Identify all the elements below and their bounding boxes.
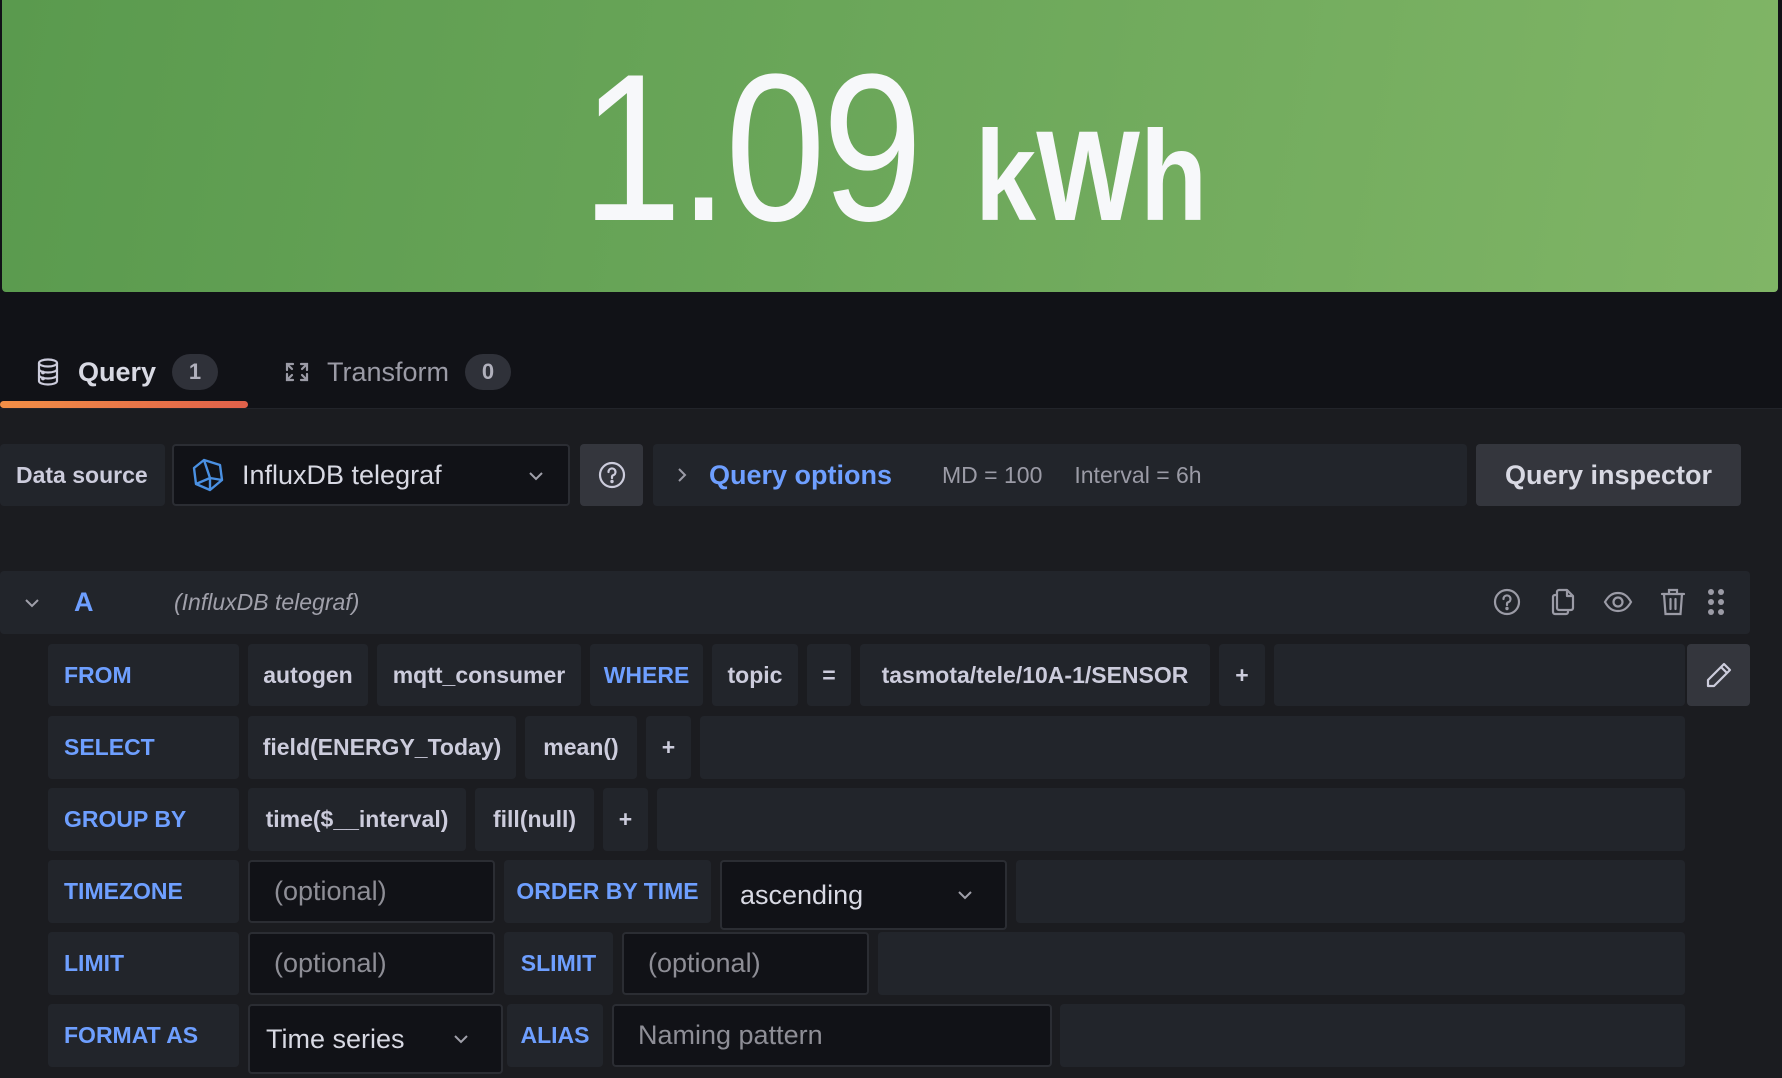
timezone-placeholder: (optional) [274,876,387,906]
format-row-filler [1060,1004,1685,1067]
query-options-label: Query options [709,459,893,490]
format-as-value: Time series [266,1023,405,1054]
order-by-keyword-text: ORDER BY TIME [516,878,699,904]
add-group-by-button[interactable]: + [603,788,648,851]
limit-keyword: LIMIT [48,932,239,995]
transform-icon [283,358,311,386]
data-source-value: InfluxDB telegraf [242,459,442,490]
slimit-keyword-text: SLIMIT [520,950,597,976]
chevron-down-icon [453,1034,469,1044]
chevron-down-icon [957,890,973,900]
stat-panel: 1.09 kWh [2,0,1778,292]
format-as-keyword-text: FORMAT AS [64,1022,199,1048]
tag-value-segment[interactable]: tasmota/tele/10A-1/SENSOR [860,644,1210,706]
trash-icon[interactable] [1656,585,1690,619]
order-by-value: ascending [740,879,864,910]
limit-keyword-text: LIMIT [64,950,125,976]
limit-placeholder: (optional) [274,948,387,978]
group-by-row-filler [657,788,1685,851]
select-keyword: SELECT [48,716,239,779]
toggle-raw-query-button[interactable] [1687,644,1750,706]
timezone-keyword-text: TIMEZONE [64,878,183,904]
select-keyword-text: SELECT [64,734,155,760]
group-by-time-segment[interactable]: time($__interval) [248,788,466,851]
drag-handle-icon[interactable] [1704,585,1728,619]
tag-key-segment[interactable]: topic [712,644,798,706]
help-icon[interactable] [1490,585,1524,619]
chevron-down-icon [528,464,544,487]
alias-input[interactable]: Naming pattern [612,1004,1052,1067]
eye-icon[interactable] [1600,585,1636,619]
tab-transform-label: Transform [327,356,450,387]
interval-value: Interval = 6h [1074,461,1202,488]
limit-input[interactable]: (optional) [248,932,495,995]
query-ref-id[interactable]: A [74,587,94,618]
format-as-select[interactable]: Time series [248,1004,503,1074]
slimit-input[interactable]: (optional) [622,932,869,995]
select-row-filler [700,716,1685,779]
add-where-button[interactable]: + [1219,644,1265,706]
timezone-input[interactable]: (optional) [248,860,495,923]
add-select-button[interactable]: + [646,716,691,779]
alias-keyword-text: ALIAS [520,1022,590,1048]
tab-transform[interactable]: Transform 0 [283,346,512,398]
tab-transform-count: 0 [465,354,512,390]
from-row-filler [1274,644,1685,706]
slimit-keyword: SLIMIT [504,932,613,995]
max-data-points: MD = 100 [942,461,1043,488]
operator-segment[interactable]: = [807,644,851,706]
field-segment[interactable]: field(ENERGY_Today) [248,716,516,779]
tab-query-count: 1 [172,354,219,390]
chevron-right-icon [677,467,687,483]
data-source-picker[interactable]: InfluxDB telegraf [172,444,570,506]
database-icon [34,358,62,386]
query-options-bar[interactable]: Query options MD = 100 Interval = 6h [653,444,1467,506]
limit-row-filler [878,932,1685,995]
group-by-keyword: GROUP BY [48,788,239,851]
tab-query-label: Query [78,356,157,387]
where-keyword-text: WHERE [603,661,690,688]
influxdb-icon [192,458,224,492]
aggregation-segment[interactable]: mean() [525,716,637,779]
retention-policy-segment[interactable]: autogen [248,644,368,706]
active-tab-indicator [0,401,248,408]
data-source-help-button[interactable] [580,444,643,506]
from-keyword-text: FROM [64,661,132,688]
timezone-row-filler [1016,860,1685,923]
timezone-keyword: TIMEZONE [48,860,239,923]
alias-placeholder: Naming pattern [638,1020,823,1050]
alias-keyword: ALIAS [507,1004,603,1067]
tab-query[interactable]: Query 1 [34,346,219,398]
format-as-keyword: FORMAT AS [48,1004,239,1067]
query-row-header: A (InfluxDB telegraf) [0,571,1750,634]
help-icon [598,461,626,489]
from-keyword: FROM [48,644,239,706]
editor-tabs: Query 1 Transform 0 [0,292,1782,408]
duplicate-icon[interactable] [1546,585,1580,619]
measurement-segment[interactable]: mqtt_consumer [377,644,581,706]
fill-segment[interactable]: fill(null) [475,788,594,851]
data-source-label: Data source [0,444,165,506]
stat-unit: kWh [975,105,1208,248]
pencil-icon [1705,661,1733,689]
stat-value: 1.09 [581,30,922,265]
order-by-time-keyword: ORDER BY TIME [504,860,711,923]
where-keyword: WHERE [590,644,703,706]
slimit-placeholder: (optional) [648,948,761,978]
query-inspector-button[interactable]: Query inspector [1476,444,1741,506]
order-by-select[interactable]: ascending [720,860,1007,930]
collapse-chevron-icon[interactable] [24,598,40,608]
query-datasource-name: (InfluxDB telegraf) [174,589,360,615]
group-by-keyword-text: GROUP BY [64,806,187,832]
